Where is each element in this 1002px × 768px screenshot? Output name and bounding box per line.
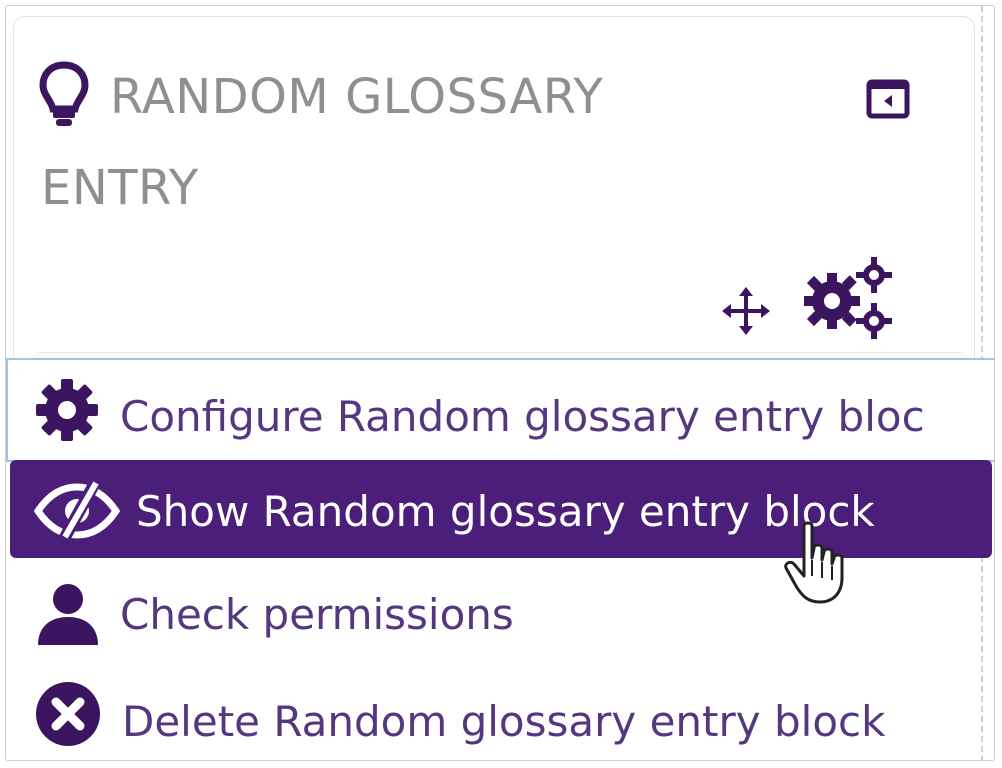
gears-icon[interactable] <box>800 255 896 345</box>
menu-item-label: Delete Random glossary entry block <box>122 696 886 746</box>
block-title-line-2: ENTRY <box>41 160 199 216</box>
gear-icon <box>34 377 100 443</box>
block-divider <box>38 352 962 353</box>
block-title-line-1: RANDOM GLOSSARY <box>110 69 604 125</box>
collapse-block-icon[interactable] <box>866 79 910 123</box>
menu-item-configure[interactable]: Configure Random glossary entry bloc <box>6 358 994 462</box>
screenshot-frame: RANDOM GLOSSARY ENTRY Configure Random g… <box>5 5 995 761</box>
menu-item-label: Show Random glossary entry block <box>136 486 875 536</box>
random-glossary-block: RANDOM GLOSSARY ENTRY <box>13 16 975 368</box>
move-icon[interactable] <box>720 285 772 341</box>
menu-item-delete[interactable]: Delete Random glossary entry block <box>6 668 994 760</box>
block-actions-menu: Configure Random glossary entry bloc Sho… <box>6 358 994 760</box>
eye-slash-icon <box>34 479 120 539</box>
menu-item-label: Check permissions <box>120 589 514 639</box>
menu-item-check-permissions[interactable]: Check permissions <box>6 568 994 660</box>
delete-circle-icon <box>34 680 102 748</box>
user-icon <box>36 581 100 647</box>
lightbulb-icon <box>39 59 89 133</box>
menu-item-label: Configure Random glossary entry bloc <box>120 391 925 441</box>
menu-item-show[interactable]: Show Random glossary entry block <box>10 460 992 558</box>
